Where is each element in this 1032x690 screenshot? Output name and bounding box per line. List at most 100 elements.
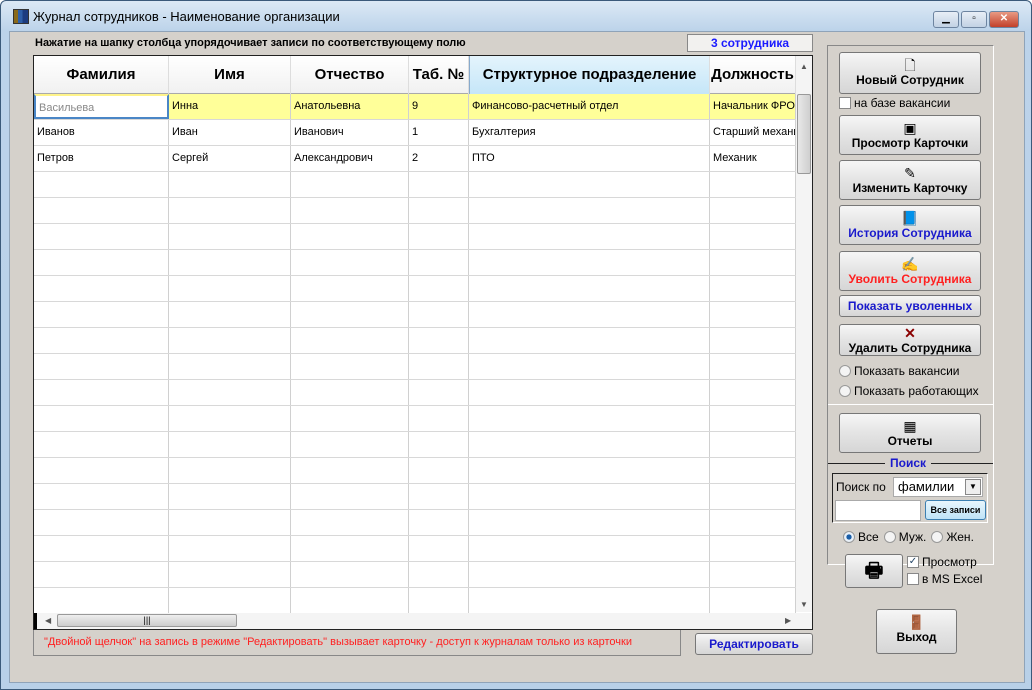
table-cell[interactable] xyxy=(34,276,169,301)
empty-row[interactable] xyxy=(34,224,796,250)
table-cell[interactable] xyxy=(34,224,169,249)
checkbox-box[interactable] xyxy=(907,573,919,585)
table-cell[interactable] xyxy=(409,510,469,535)
table-cell[interactable] xyxy=(34,588,169,613)
show-dismissed-button[interactable]: Показать уволенных xyxy=(839,295,981,317)
table-cell[interactable] xyxy=(469,302,710,327)
table-cell[interactable] xyxy=(469,588,710,613)
column-header[interactable]: Таб. № xyxy=(409,56,469,94)
table-cell[interactable] xyxy=(469,432,710,457)
table-cell[interactable] xyxy=(291,328,409,353)
table-row[interactable]: Петров Сергей Александрович 2 ПТО Механик xyxy=(34,146,796,172)
table-cell[interactable] xyxy=(169,250,291,275)
table-cell[interactable] xyxy=(710,302,796,327)
table-cell[interactable] xyxy=(409,406,469,431)
table-cell[interactable] xyxy=(409,224,469,249)
table-cell[interactable]: ПТО xyxy=(469,146,710,171)
table-cell[interactable] xyxy=(34,458,169,483)
gender-radio[interactable]: Все xyxy=(843,530,879,544)
table-cell[interactable] xyxy=(169,224,291,249)
edit-mode-button[interactable]: Редактировать xyxy=(695,633,813,655)
empty-row[interactable] xyxy=(34,406,796,432)
table-cell[interactable] xyxy=(34,432,169,457)
vertical-scroll-thumb[interactable] xyxy=(797,94,811,174)
horizontal-scroll-thumb[interactable]: ||| xyxy=(57,614,237,627)
table-cell[interactable]: 1 xyxy=(409,120,469,145)
table-cell[interactable] xyxy=(710,276,796,301)
table-cell[interactable] xyxy=(409,172,469,197)
table-cell[interactable] xyxy=(469,562,710,587)
table-cell[interactable] xyxy=(291,562,409,587)
table-cell[interactable] xyxy=(469,406,710,431)
table-cell[interactable] xyxy=(169,588,291,613)
table-cell[interactable] xyxy=(409,458,469,483)
table-cell[interactable] xyxy=(169,302,291,327)
search-input[interactable] xyxy=(835,500,921,521)
table-cell[interactable] xyxy=(169,276,291,301)
table-cell[interactable] xyxy=(169,172,291,197)
table-cell[interactable] xyxy=(469,276,710,301)
history-button[interactable]: 📘 История Сотрудника xyxy=(839,205,981,245)
table-cell[interactable] xyxy=(291,536,409,561)
table-cell[interactable] xyxy=(409,536,469,561)
table-cell[interactable] xyxy=(291,198,409,223)
empty-row[interactable] xyxy=(34,250,796,276)
table-cell[interactable]: Инна xyxy=(169,94,291,119)
table-cell[interactable]: Иванов xyxy=(34,120,169,145)
empty-row[interactable] xyxy=(34,380,796,406)
table-cell[interactable] xyxy=(710,328,796,353)
table-row[interactable]: Васильева Инна Анатольевна 9 Финансово-расче… xyxy=(34,94,796,120)
horizontal-scrollbar[interactable]: ◀ ||| ▶ xyxy=(34,613,812,629)
table-cell[interactable] xyxy=(469,510,710,535)
table-cell[interactable] xyxy=(409,432,469,457)
table-cell[interactable] xyxy=(34,172,169,197)
table-cell[interactable] xyxy=(291,354,409,379)
table-cell[interactable] xyxy=(169,458,291,483)
excel-checkbox[interactable]: в MS Excel xyxy=(907,572,982,586)
table-cell[interactable] xyxy=(710,250,796,275)
close-button[interactable]: ✕ xyxy=(989,11,1019,28)
checkbox-box[interactable] xyxy=(839,97,851,109)
radio-circle[interactable] xyxy=(843,531,855,543)
table-row[interactable]: Иванов Иван Иванович 1 Бухгалтерия Старший ме… xyxy=(34,120,796,146)
edit-card-button[interactable]: ✎ Изменить Карточку xyxy=(839,160,981,200)
table-cell[interactable] xyxy=(291,458,409,483)
empty-row[interactable] xyxy=(34,458,796,484)
table-cell[interactable]: Иван xyxy=(169,120,291,145)
all-records-button[interactable]: Все записи xyxy=(925,500,986,520)
table-cell[interactable]: Бухгалтерия xyxy=(469,120,710,145)
maximize-button[interactable]: ▫ xyxy=(961,11,987,28)
table-cell[interactable] xyxy=(169,536,291,561)
radio-circle[interactable] xyxy=(839,365,851,377)
preview-checkbox[interactable]: ✓ Просмотр xyxy=(907,555,977,569)
empty-row[interactable] xyxy=(34,588,796,614)
table-cell[interactable] xyxy=(409,484,469,509)
table-cell[interactable]: Иванович xyxy=(291,120,409,145)
table-cell[interactable] xyxy=(291,276,409,301)
table-cell[interactable] xyxy=(291,302,409,327)
table-cell[interactable]: Начальник ФРО xyxy=(710,94,796,119)
table-cell[interactable] xyxy=(169,380,291,405)
table-cell[interactable] xyxy=(291,172,409,197)
table-cell[interactable] xyxy=(34,510,169,535)
empty-row[interactable] xyxy=(34,172,796,198)
table-cell[interactable] xyxy=(409,198,469,223)
table-cell[interactable] xyxy=(469,250,710,275)
scroll-up-icon[interactable]: ▲ xyxy=(800,62,808,71)
table-cell[interactable] xyxy=(291,432,409,457)
table-cell[interactable] xyxy=(34,250,169,275)
column-header[interactable]: Структурное подразделение xyxy=(469,56,710,94)
show-vacancies-radio[interactable]: Показать вакансии xyxy=(839,364,959,378)
dismiss-button[interactable]: ✍ Уволить Сотрудника xyxy=(839,251,981,291)
delete-employee-button[interactable]: ✕ Удалить Сотрудника xyxy=(839,324,981,356)
table-cell[interactable] xyxy=(169,406,291,431)
empty-row[interactable] xyxy=(34,536,796,562)
empty-row[interactable] xyxy=(34,562,796,588)
empty-row[interactable] xyxy=(34,328,796,354)
table-cell[interactable] xyxy=(469,354,710,379)
table-cell[interactable] xyxy=(34,484,169,509)
scroll-left-icon[interactable]: ◀ xyxy=(45,616,51,625)
print-button[interactable]: 🖶 xyxy=(845,554,903,588)
radio-circle[interactable] xyxy=(883,531,896,543)
gender-radio[interactable]: Муж. xyxy=(883,530,926,544)
